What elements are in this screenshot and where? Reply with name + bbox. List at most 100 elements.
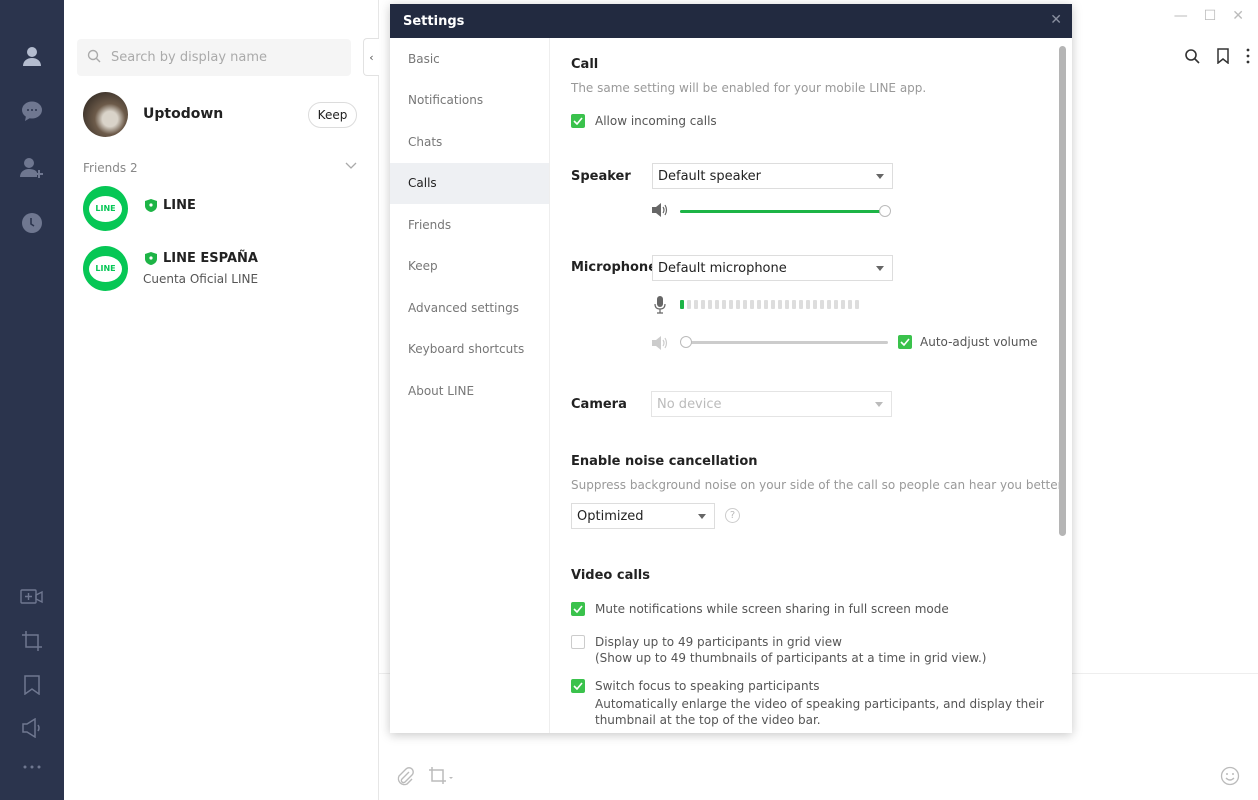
add-friend-icon[interactable] xyxy=(20,156,44,180)
line-logo-icon: LINE xyxy=(83,186,128,231)
mute-notifications-checkbox[interactable] xyxy=(571,602,585,616)
chevron-down-icon xyxy=(875,402,883,407)
microphone-volume-slider[interactable] xyxy=(680,336,888,348)
settings-nav-calls[interactable]: Calls xyxy=(390,162,549,204)
search-icon[interactable] xyxy=(1184,48,1200,68)
keep-button[interactable]: Keep xyxy=(308,102,357,128)
verified-shield-icon xyxy=(145,252,157,265)
chat-bubble-icon[interactable] xyxy=(20,99,44,123)
settings-dialog: Settings ✕ Basic Notifications Chats Calls F… xyxy=(390,4,1072,733)
emoji-icon[interactable] xyxy=(1220,766,1240,790)
video-call-icon[interactable] xyxy=(20,585,44,609)
chevron-down-icon xyxy=(876,174,884,179)
settings-nav: Basic Notifications Chats Calls Friends Keep A… xyxy=(390,38,550,733)
noise-cancellation-description: Suppress background noise on your side o… xyxy=(571,478,1066,492)
level-bar xyxy=(708,300,712,309)
speaker-select[interactable]: Default speaker xyxy=(652,163,893,189)
bookmark-icon[interactable] xyxy=(1216,48,1230,68)
video-option-mute-notifications[interactable]: Mute notifications while screen sharing … xyxy=(571,602,949,616)
maximize-icon[interactable]: ☐ xyxy=(1204,8,1217,24)
dialog-title: Settings xyxy=(403,13,465,29)
microphone-icon xyxy=(654,296,666,318)
friends-section-header[interactable]: Friends 2 xyxy=(83,161,357,175)
bookmark-icon[interactable] xyxy=(20,673,44,697)
microphone-label: Microphone xyxy=(571,260,658,275)
camera-label: Camera xyxy=(571,397,627,412)
level-bar xyxy=(855,300,859,309)
auto-adjust-volume-option[interactable]: Auto-adjust volume xyxy=(898,335,1038,349)
close-icon[interactable]: ✕ xyxy=(1050,12,1062,28)
switch-focus-checkbox[interactable] xyxy=(571,679,585,693)
help-icon[interactable]: ? xyxy=(725,508,740,523)
camera-select[interactable]: No device xyxy=(651,391,892,417)
level-bar xyxy=(778,300,782,309)
microphone-select[interactable]: Default microphone xyxy=(652,255,893,281)
person-icon[interactable] xyxy=(20,44,44,68)
level-bar xyxy=(687,300,691,309)
close-icon[interactable]: ✕ xyxy=(1232,8,1244,24)
settings-nav-friends[interactable]: Friends xyxy=(390,204,549,246)
attachment-icon[interactable] xyxy=(396,766,414,790)
search-icon xyxy=(87,48,101,67)
allow-incoming-calls-option[interactable]: Allow incoming calls xyxy=(571,114,717,128)
grid-49-checkbox[interactable] xyxy=(571,635,585,649)
friend-name: LINE ESPAÑA xyxy=(163,251,258,266)
level-bar xyxy=(750,300,754,309)
search-input[interactable] xyxy=(111,50,331,65)
crop-screenshot-icon[interactable] xyxy=(428,766,454,790)
level-bar xyxy=(729,300,733,309)
level-bar xyxy=(799,300,803,309)
allow-incoming-calls-checkbox[interactable] xyxy=(571,114,585,128)
noise-cancellation-heading: Enable noise cancellation xyxy=(571,454,758,469)
auto-adjust-volume-checkbox[interactable] xyxy=(898,335,912,349)
level-bar xyxy=(722,300,726,309)
video-option-switch-focus[interactable]: Switch focus to speaking participants Au… xyxy=(571,679,1044,727)
speaker-volume-slider[interactable] xyxy=(680,205,891,217)
friend-subtitle: Cuenta Oficial LINE xyxy=(143,272,259,286)
avatar[interactable] xyxy=(83,92,128,137)
settings-scrollbar[interactable] xyxy=(1059,46,1066,536)
friend-list-item[interactable]: LINE LINE xyxy=(83,186,359,232)
verified-shield-icon xyxy=(145,199,157,212)
friend-list-item[interactable]: LINE LINE ESPAÑA Cuenta Oficial LINE xyxy=(83,246,359,292)
level-bar xyxy=(757,300,761,309)
more-icon[interactable] xyxy=(20,755,44,779)
video-option-grid-49[interactable]: Display up to 49 participants in grid vi… xyxy=(571,635,986,665)
friends-panel: ‹ Uptodown Keep Friends 2 LINE LINE LINE… xyxy=(64,0,379,800)
settings-nav-basic[interactable]: Basic xyxy=(390,38,549,80)
chevron-down-icon xyxy=(876,266,884,271)
window-controls: — ☐ ✕ xyxy=(1174,8,1244,24)
more-vertical-icon[interactable] xyxy=(1246,48,1250,68)
level-bar xyxy=(680,300,684,309)
level-bar xyxy=(743,300,747,309)
level-bar xyxy=(834,300,838,309)
collapse-panel-button[interactable]: ‹ xyxy=(363,38,379,76)
settings-nav-keyboard-shortcuts[interactable]: Keyboard shortcuts xyxy=(390,329,549,371)
slider-handle[interactable] xyxy=(879,205,891,217)
level-bar xyxy=(848,300,852,309)
settings-nav-notifications[interactable]: Notifications xyxy=(390,80,549,122)
level-bar xyxy=(771,300,775,309)
my-profile-row[interactable]: Uptodown Keep xyxy=(83,92,359,138)
slider-handle[interactable] xyxy=(680,336,692,348)
minimize-icon[interactable]: — xyxy=(1174,8,1188,24)
video-calls-heading: Video calls xyxy=(571,568,650,583)
line-logo-icon: LINE xyxy=(83,246,128,291)
settings-nav-advanced-settings[interactable]: Advanced settings xyxy=(390,287,549,329)
my-display-name: Uptodown xyxy=(143,106,224,122)
microphone-volume-icon xyxy=(651,335,669,354)
search-box xyxy=(77,39,351,76)
settings-nav-keep[interactable]: Keep xyxy=(390,246,549,288)
crop-screenshot-icon[interactable] xyxy=(20,629,44,653)
chevron-down-icon[interactable] xyxy=(345,159,357,173)
clock-icon[interactable] xyxy=(20,211,44,235)
noise-cancellation-select[interactable]: Optimized xyxy=(571,503,715,529)
settings-nav-chats[interactable]: Chats xyxy=(390,121,549,163)
chat-input-toolbar xyxy=(396,766,454,790)
level-bar xyxy=(764,300,768,309)
chevron-down-icon xyxy=(698,514,706,519)
settings-nav-about-line[interactable]: About LINE xyxy=(390,370,549,412)
announcement-icon[interactable] xyxy=(20,716,44,740)
level-bar xyxy=(694,300,698,309)
level-bar xyxy=(736,300,740,309)
